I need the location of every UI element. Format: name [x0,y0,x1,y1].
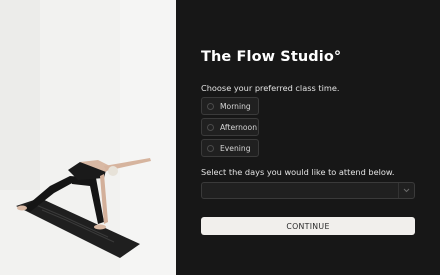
radio-afternoon-label: Afternoon [220,122,258,132]
days-label: Select the days you would like to attend… [201,167,395,177]
radio-circle-icon [207,123,214,131]
radio-evening-label: Evening [220,143,251,153]
chevron-down-icon[interactable] [398,183,414,198]
yoga-pose-image [0,0,176,275]
page-title: The Flow Studio° [201,49,342,65]
radio-evening[interactable]: Evening [201,139,259,157]
radio-circle-icon [207,102,214,110]
radio-morning-label: Morning [220,101,251,111]
signup-screen: The Flow Studio° Choose your preferred c… [0,0,440,275]
radio-morning[interactable]: Morning [201,97,259,115]
form-panel: The Flow Studio° Choose your preferred c… [176,0,440,275]
continue-button[interactable]: CONTINUE [201,217,415,235]
class-time-label: Choose your preferred class time. [201,83,340,93]
hero-photo [0,0,176,275]
days-select[interactable] [201,182,415,199]
radio-afternoon[interactable]: Afternoon [201,118,259,136]
radio-circle-icon [207,144,214,152]
